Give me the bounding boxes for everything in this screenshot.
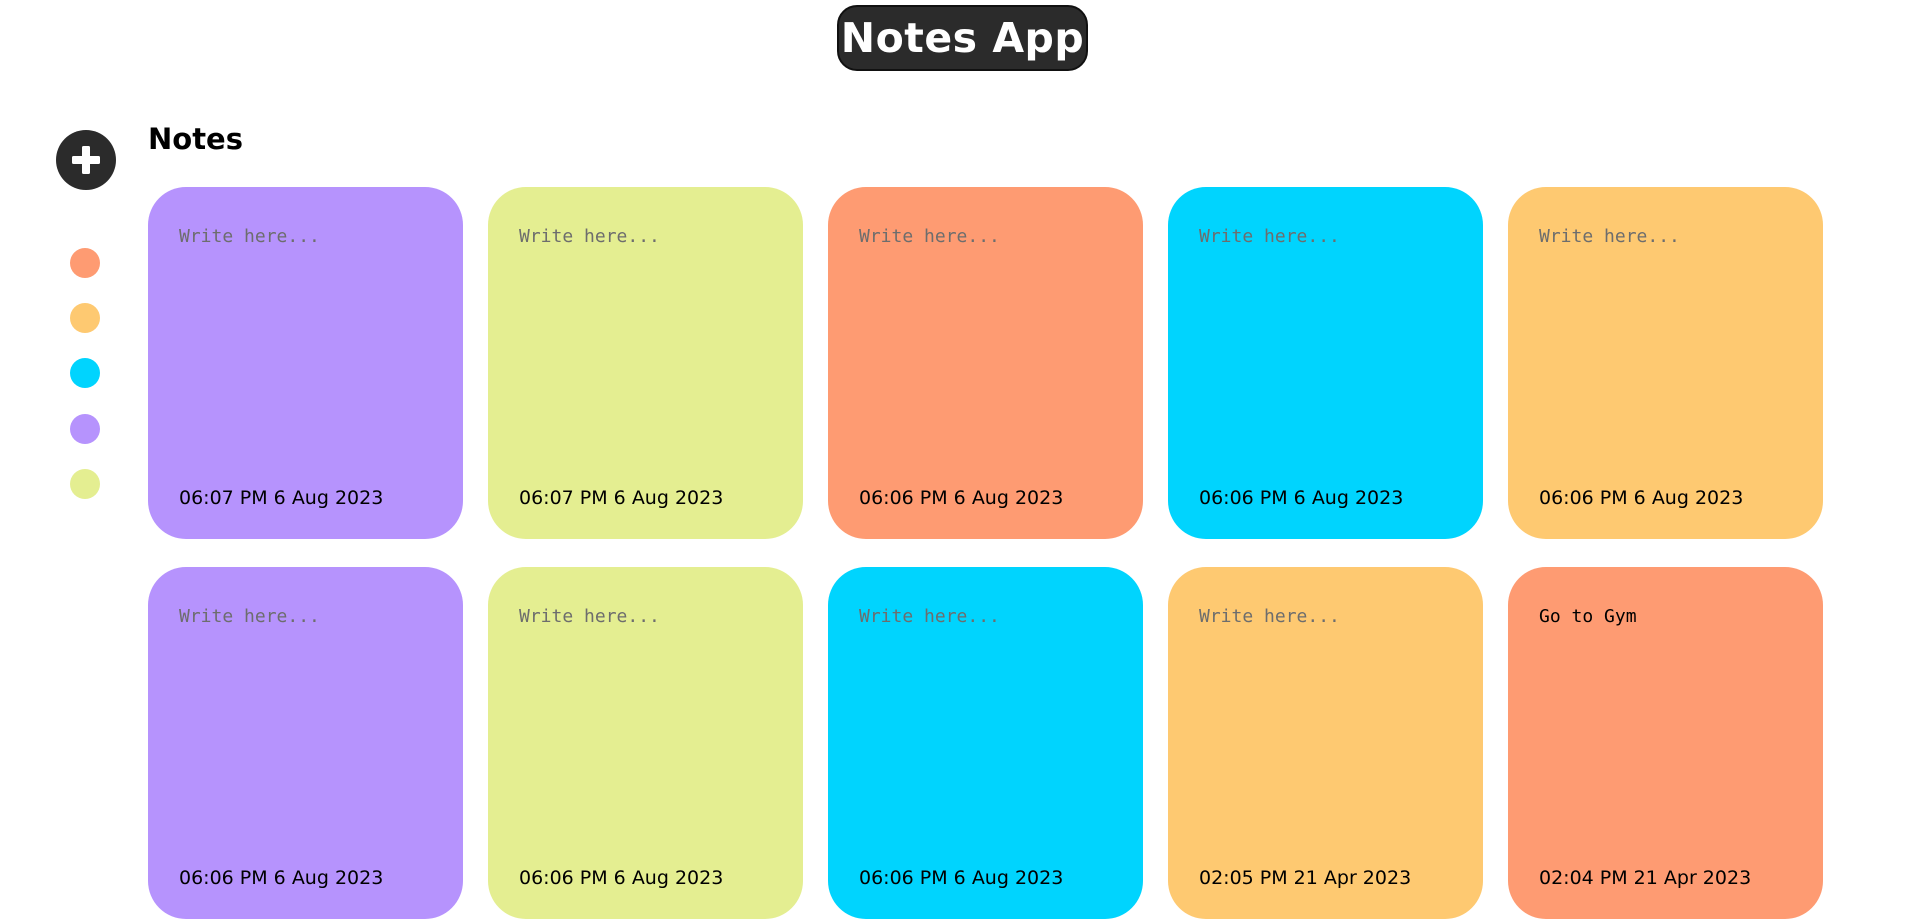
color-option-cyan[interactable] bbox=[70, 358, 100, 388]
notes-app: Notes App Notes 06:07 PM 6 Aug 2023 06:0… bbox=[0, 0, 1911, 923]
note-timestamp: 02:04 PM 21 Apr 2023 bbox=[1539, 867, 1752, 889]
note-textarea[interactable] bbox=[519, 225, 772, 425]
note-textarea[interactable] bbox=[1199, 225, 1452, 425]
note-card: 06:06 PM 6 Aug 2023 bbox=[148, 567, 463, 919]
note-card: 06:06 PM 6 Aug 2023 bbox=[1508, 187, 1823, 539]
note-timestamp: 06:06 PM 6 Aug 2023 bbox=[179, 867, 384, 889]
color-option-lime[interactable] bbox=[70, 469, 100, 499]
note-textarea[interactable]: Go to Gym bbox=[1539, 605, 1792, 805]
note-card: 06:07 PM 6 Aug 2023 bbox=[148, 187, 463, 539]
notes-grid: 06:07 PM 6 Aug 2023 06:07 PM 6 Aug 2023 … bbox=[148, 187, 1823, 919]
note-textarea[interactable] bbox=[1539, 225, 1792, 425]
note-timestamp: 06:06 PM 6 Aug 2023 bbox=[859, 487, 1064, 509]
note-timestamp: 06:06 PM 6 Aug 2023 bbox=[1539, 487, 1744, 509]
plus-icon bbox=[72, 146, 100, 174]
note-card: 06:06 PM 6 Aug 2023 bbox=[488, 567, 803, 919]
note-textarea[interactable] bbox=[1199, 605, 1452, 805]
color-option-yellow[interactable] bbox=[70, 303, 100, 333]
note-textarea[interactable] bbox=[519, 605, 772, 805]
note-timestamp: 06:06 PM 6 Aug 2023 bbox=[859, 867, 1064, 889]
note-card: Go to Gym 02:04 PM 21 Apr 2023 bbox=[1508, 567, 1823, 919]
note-timestamp: 06:07 PM 6 Aug 2023 bbox=[519, 487, 724, 509]
note-timestamp: 06:06 PM 6 Aug 2023 bbox=[1199, 487, 1404, 509]
note-textarea[interactable] bbox=[179, 605, 432, 805]
app-title: Notes App bbox=[837, 5, 1088, 71]
note-card: 06:06 PM 6 Aug 2023 bbox=[828, 567, 1143, 919]
notes-heading: Notes bbox=[148, 122, 243, 156]
note-timestamp: 02:05 PM 21 Apr 2023 bbox=[1199, 867, 1412, 889]
note-card: 06:06 PM 6 Aug 2023 bbox=[1168, 187, 1483, 539]
color-option-orange[interactable] bbox=[70, 248, 100, 278]
note-card: 06:07 PM 6 Aug 2023 bbox=[488, 187, 803, 539]
note-textarea[interactable] bbox=[179, 225, 432, 425]
note-card: 06:06 PM 6 Aug 2023 bbox=[828, 187, 1143, 539]
note-timestamp: 06:06 PM 6 Aug 2023 bbox=[519, 867, 724, 889]
note-textarea[interactable] bbox=[859, 605, 1112, 805]
note-timestamp: 06:07 PM 6 Aug 2023 bbox=[179, 487, 384, 509]
note-card: 02:05 PM 21 Apr 2023 bbox=[1168, 567, 1483, 919]
color-option-purple[interactable] bbox=[70, 414, 100, 444]
add-note-button[interactable] bbox=[56, 130, 116, 190]
note-textarea[interactable] bbox=[859, 225, 1112, 425]
